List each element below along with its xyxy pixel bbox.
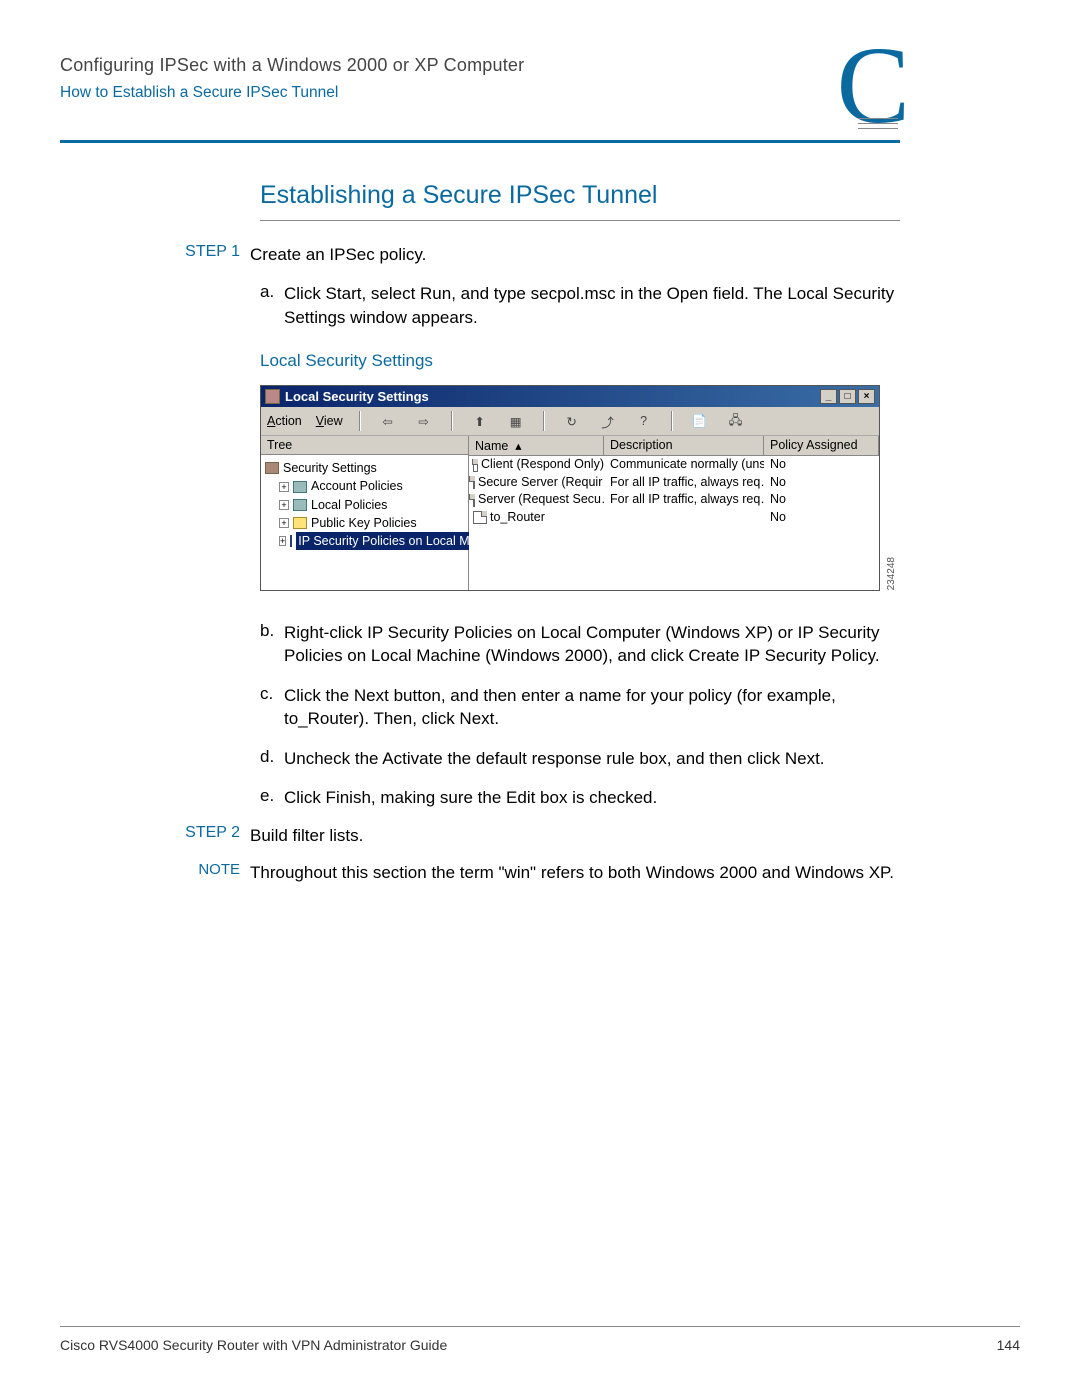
menu-action[interactable]: Action xyxy=(267,414,302,428)
minimize-button[interactable]: _ xyxy=(820,389,837,404)
step1e-text: Click Finish, making sure the Edit box i… xyxy=(284,786,657,809)
page-footer: Cisco RVS4000 Security Router with VPN A… xyxy=(60,1326,1020,1353)
expand-icon[interactable]: + xyxy=(279,518,289,528)
tree-local-policies[interactable]: +Local Policies xyxy=(265,496,466,514)
footer-page-number: 144 xyxy=(997,1337,1020,1353)
app-icon xyxy=(265,389,280,404)
step2-text: Build filter lists. xyxy=(250,824,363,847)
policy-icon xyxy=(473,459,478,472)
export-button[interactable]: ⤴ xyxy=(597,411,619,431)
separator xyxy=(543,411,545,431)
menubar: Action View ⇦ ⇨ ⬆ ▦ ↻ ⤴ ? 📄 🖧 xyxy=(261,407,879,436)
step1-label: STEP 1 xyxy=(172,243,250,266)
step1b-label: b. xyxy=(260,621,284,668)
step2-label: STEP 2 xyxy=(172,824,250,847)
separator xyxy=(451,411,453,431)
figure-caption: Local Security Settings xyxy=(260,351,900,371)
col-description[interactable]: Description xyxy=(604,436,764,455)
list-item[interactable]: to_Router No xyxy=(469,509,879,527)
show-hide-button[interactable]: ▦ xyxy=(505,411,527,431)
list-header: Name ▴ Description Policy Assigned xyxy=(469,436,879,456)
window-titlebar[interactable]: Local Security Settings _ □ × xyxy=(261,386,879,407)
image-id: 234248 xyxy=(886,557,897,590)
help-button[interactable]: ? xyxy=(633,411,655,431)
list-item[interactable]: Client (Respond Only) Communicate normal… xyxy=(469,456,879,474)
separator xyxy=(359,411,361,431)
step1c-label: c. xyxy=(260,684,284,731)
col-policy-assigned[interactable]: Policy Assigned xyxy=(764,436,879,455)
expand-icon[interactable]: + xyxy=(279,536,286,546)
section-title: Establishing a Secure IPSec Tunnel xyxy=(260,181,900,210)
col-name[interactable]: Name ▴ xyxy=(469,436,604,455)
step1d-label: d. xyxy=(260,747,284,770)
header-rule xyxy=(60,140,900,143)
security-settings-icon xyxy=(265,462,279,474)
step1b-text: Right-click IP Security Policies on Loca… xyxy=(284,621,900,668)
list-item[interactable]: Secure Server (Requir… For all IP traffi… xyxy=(469,474,879,492)
note-text: Throughout this section the term "win" r… xyxy=(250,861,894,884)
footer-doc-title: Cisco RVS4000 Security Router with VPN A… xyxy=(60,1337,447,1353)
step1c-text: Click the Next button, and then enter a … xyxy=(284,684,900,731)
tree-pane: Tree Security Settings +Account Policies… xyxy=(261,436,469,590)
separator xyxy=(671,411,673,431)
tree-ip-security-policies[interactable]: +IP Security Policies on Local Machine xyxy=(265,532,466,550)
list-item[interactable]: Server (Request Secu… For all IP traffic… xyxy=(469,491,879,509)
up-button[interactable]: ⬆ xyxy=(469,411,491,431)
menu-view[interactable]: View xyxy=(316,414,343,428)
policy-icon xyxy=(473,494,475,507)
step1-text: Create an IPSec policy. xyxy=(250,243,426,266)
decor-lines xyxy=(858,118,898,133)
folder-icon xyxy=(293,517,307,529)
step1a-text: Click Start, select Run, and type secpol… xyxy=(284,282,900,329)
tree-public-key-policies[interactable]: +Public Key Policies xyxy=(265,514,466,532)
refresh-button[interactable]: ↻ xyxy=(561,411,583,431)
step1e-label: e. xyxy=(260,786,284,809)
tree-root[interactable]: Security Settings xyxy=(265,459,466,477)
policy-icon xyxy=(473,511,487,524)
forward-button[interactable]: ⇨ xyxy=(413,411,435,431)
maximize-button[interactable]: □ xyxy=(839,389,856,404)
back-button[interactable]: ⇦ xyxy=(377,411,399,431)
section-rule xyxy=(260,220,900,221)
local-security-settings-window: 234248 Local Security Settings _ □ × Act… xyxy=(260,385,880,591)
tree-account-policies[interactable]: +Account Policies xyxy=(265,477,466,495)
step1d-text: Uncheck the Activate the default respons… xyxy=(284,747,825,770)
folder-icon xyxy=(293,481,307,493)
ipsec-icon xyxy=(290,535,292,547)
policy-icon xyxy=(473,476,475,489)
assign-icon[interactable]: 🖧 xyxy=(725,411,747,431)
new-policy-icon[interactable]: 📄 xyxy=(689,411,711,431)
close-button[interactable]: × xyxy=(858,389,875,404)
window-title: Local Security Settings xyxy=(285,389,429,404)
folder-icon xyxy=(293,499,307,511)
list-pane: Name ▴ Description Policy Assigned Clien… xyxy=(469,436,879,590)
step1a-label: a. xyxy=(260,282,284,329)
expand-icon[interactable]: + xyxy=(279,482,289,492)
tree-header: Tree xyxy=(261,436,468,455)
expand-icon[interactable]: + xyxy=(279,500,289,510)
note-label: NOTE xyxy=(172,861,250,884)
